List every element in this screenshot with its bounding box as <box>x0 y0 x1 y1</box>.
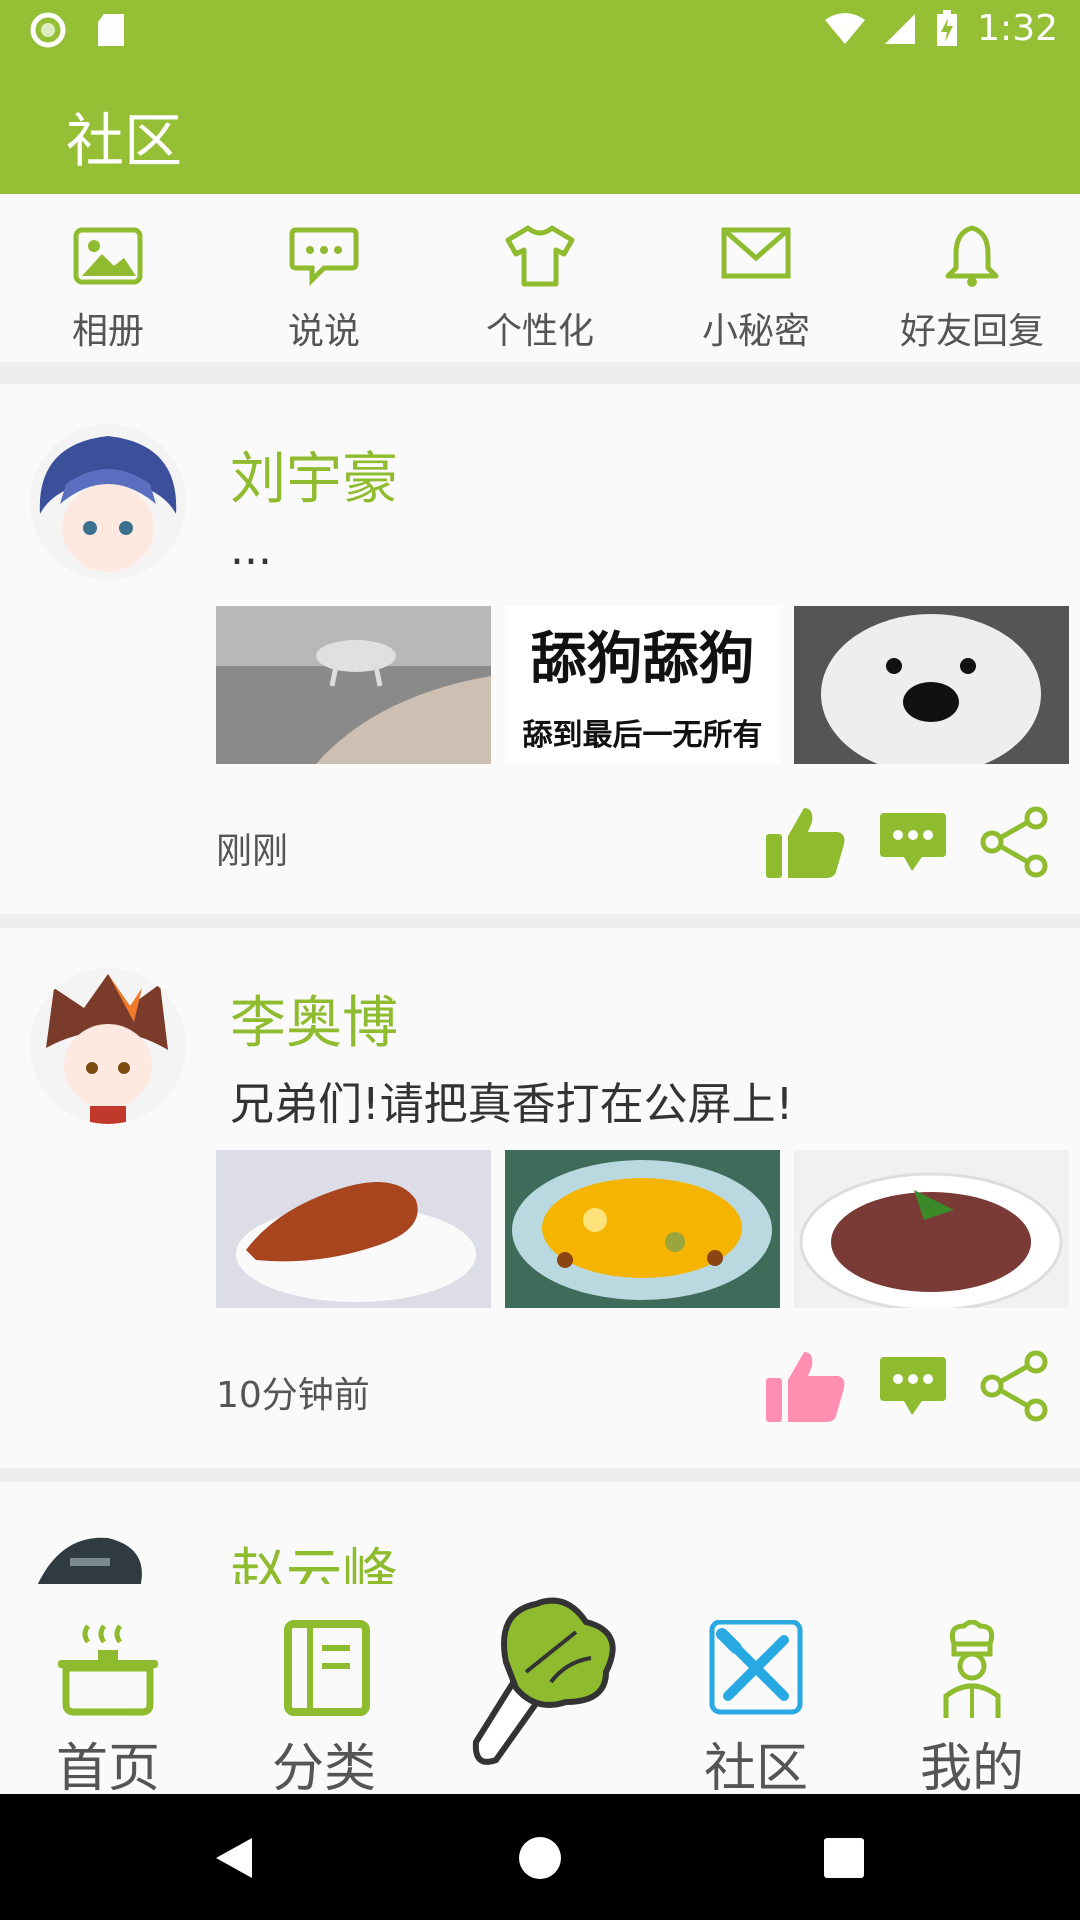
page-title: 社区 <box>66 107 183 175</box>
nav-item-home[interactable]: 首页 <box>0 1584 216 1799</box>
fork-knife-icon <box>709 1620 803 1715</box>
image-caption-sub: 舔到最后一无所有 <box>522 718 763 753</box>
battery-icon <box>937 9 958 46</box>
back-icon[interactable] <box>214 1836 254 1880</box>
share-icon[interactable] <box>978 806 1050 878</box>
post-image[interactable] <box>794 606 1069 764</box>
user-name[interactable]: 刘宇豪 <box>230 434 398 515</box>
nav-item-community[interactable]: 社区 <box>648 1584 864 1799</box>
wifi-icon <box>825 12 866 44</box>
nav-label: 分类 <box>271 1739 376 1799</box>
post-time: 刚刚 <box>216 831 289 872</box>
nav-label: 社区 <box>703 1739 808 1799</box>
post-image-text[interactable]: 舔狗舔狗 舔到最后一无所有 <box>505 606 780 764</box>
nav-item-category[interactable]: 分类 <box>216 1584 432 1799</box>
sd-card-icon <box>98 14 124 46</box>
quick-label: 相册 <box>71 311 144 352</box>
bell-icon <box>945 225 999 287</box>
tshirt-icon <box>505 225 575 287</box>
post-image[interactable] <box>216 1150 491 1308</box>
post-images: 舔狗舔狗 舔到最后一无所有 <box>216 606 1069 764</box>
divider <box>0 1468 1080 1482</box>
quick-item-friend-reply[interactable]: 好友回复 <box>864 194 1080 362</box>
quick-menu: 相册 说说 个性化 小秘密 好友回复 <box>0 194 1080 362</box>
envelope-icon <box>721 227 791 279</box>
post-text: 兄弟们!请把真香打在公屏上! <box>230 1079 794 1130</box>
quick-label: 小秘密 <box>701 311 810 352</box>
comment-icon[interactable] <box>878 1353 948 1419</box>
center-vegetable-button[interactable] <box>456 1592 626 1772</box>
quick-label: 说说 <box>287 311 360 352</box>
nav-label: 首页 <box>55 1739 160 1799</box>
user-name[interactable]: 赵云峰 <box>230 1530 398 1584</box>
notebook-icon <box>284 1620 370 1716</box>
quick-label: 个性化 <box>485 311 594 352</box>
post-actions <box>764 804 1050 880</box>
recents-icon[interactable] <box>824 1838 864 1878</box>
post-actions <box>764 1348 1050 1424</box>
post-card[interactable]: 刘宇豪 ... 舔狗舔狗 舔到最后一无所有 刚刚 <box>0 384 1080 914</box>
post-image[interactable] <box>794 1150 1069 1308</box>
quick-item-personalize[interactable]: 个性化 <box>432 194 648 362</box>
quick-label: 好友回复 <box>899 311 1044 352</box>
avatar[interactable] <box>30 1528 186 1584</box>
status-time: 1:32 <box>977 8 1058 49</box>
quick-item-secret[interactable]: 小秘密 <box>648 194 864 362</box>
quick-item-shuoshuo[interactable]: 说说 <box>216 194 432 362</box>
pot-icon <box>58 1624 158 1716</box>
post-text: ... <box>230 524 272 575</box>
sync-icon <box>30 12 66 48</box>
post-image[interactable] <box>505 1150 780 1308</box>
post-image[interactable] <box>216 606 491 764</box>
nav-item-mine[interactable]: 我的 <box>864 1584 1080 1799</box>
user-name[interactable]: 李奥博 <box>230 978 398 1059</box>
post-images <box>216 1150 1069 1308</box>
post-card[interactable]: 李奥博 兄弟们!请把真香打在公屏上! 10分钟前 <box>0 928 1080 1468</box>
post-card[interactable]: 赵云峰 <box>0 1482 1080 1584</box>
avatar[interactable] <box>30 968 186 1124</box>
bottom-nav: 首页 分类 社区 我的 <box>0 1584 1080 1799</box>
photo-icon <box>73 227 143 285</box>
chat-bubble-icon <box>289 227 359 287</box>
nav-label: 我的 <box>919 1739 1024 1799</box>
post-time: 10分钟前 <box>216 1375 370 1416</box>
status-bar: 1:32 <box>0 0 1080 64</box>
cabbage-icon <box>472 1597 616 1765</box>
chef-icon <box>943 1620 1001 1718</box>
comment-icon[interactable] <box>878 809 948 875</box>
divider <box>0 914 1080 928</box>
home-icon[interactable] <box>518 1836 562 1880</box>
system-navigation-bar <box>0 1794 1080 1920</box>
like-icon[interactable] <box>764 804 848 880</box>
image-caption-main: 舔狗舔狗 <box>530 627 755 692</box>
signal-icon <box>885 13 916 44</box>
like-icon-active[interactable] <box>764 1348 848 1424</box>
avatar[interactable] <box>30 424 186 580</box>
quick-item-album[interactable]: 相册 <box>0 194 216 362</box>
app-bar: 社区 <box>0 64 1080 194</box>
share-icon[interactable] <box>978 1350 1050 1422</box>
divider <box>0 362 1080 384</box>
